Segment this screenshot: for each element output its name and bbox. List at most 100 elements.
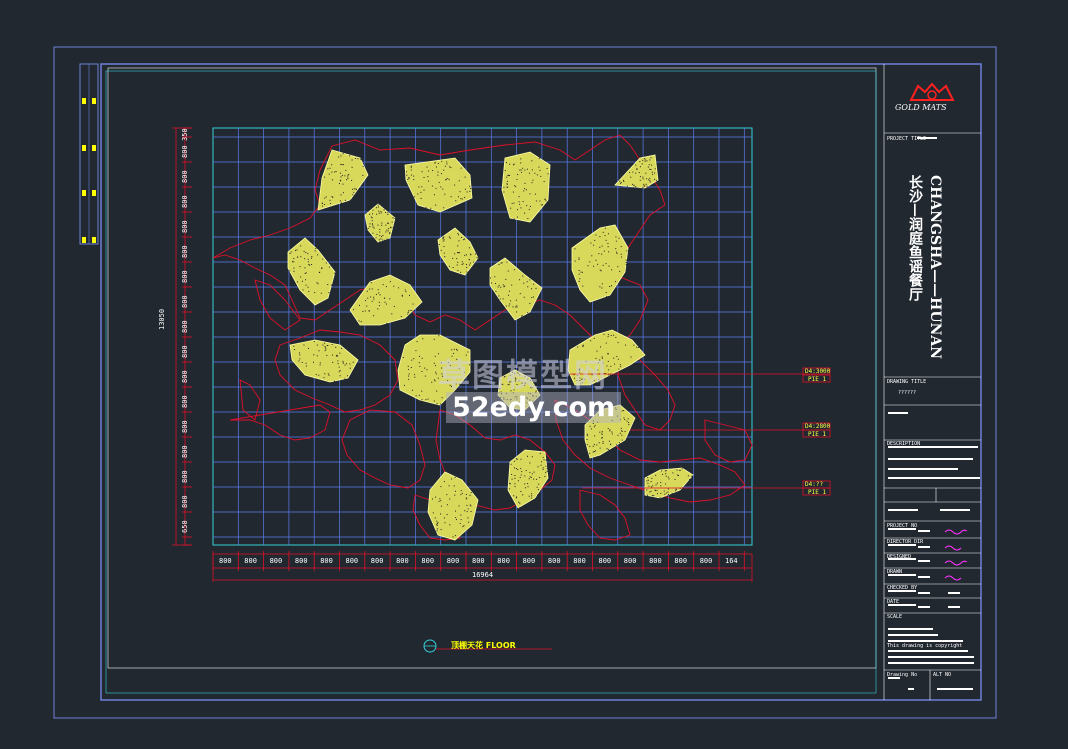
texture-dot	[312, 361, 314, 363]
texture-dot	[292, 261, 294, 263]
texture-dot	[414, 374, 416, 376]
texture-dot	[371, 220, 373, 222]
texture-dot	[614, 363, 616, 365]
texture-dot	[454, 476, 456, 478]
texture-dot	[389, 232, 391, 234]
texture-dot	[667, 494, 669, 496]
texture-dot	[644, 159, 646, 161]
col-dim-label: 800	[345, 557, 359, 565]
texture-dot	[386, 322, 388, 324]
texture-dot	[532, 296, 534, 298]
texture-dot	[341, 347, 343, 349]
texture-dot	[593, 426, 595, 428]
col-dim-label: 800	[269, 557, 283, 565]
texture-dot	[581, 271, 583, 273]
texture-dot	[677, 474, 679, 476]
texture-dot	[624, 418, 626, 420]
copyright-text: This drawing is copyright	[887, 643, 963, 649]
texture-dot	[413, 196, 415, 198]
texture-dot	[408, 176, 410, 178]
texture-dot	[334, 380, 336, 382]
texture-dot	[319, 362, 321, 364]
texture-dot	[407, 365, 409, 367]
texture-dot	[578, 273, 580, 275]
texture-dot	[448, 485, 450, 487]
texture-dot	[313, 354, 315, 356]
texture-dot	[457, 270, 459, 272]
texture-dot	[646, 185, 648, 187]
texture-dot	[536, 174, 538, 176]
texture-dot	[293, 267, 295, 269]
texture-dot	[464, 510, 466, 512]
texture-dot	[316, 282, 318, 284]
texture-dot	[540, 175, 542, 177]
texture-dot	[645, 172, 647, 174]
texture-dot	[332, 196, 334, 198]
col-dim-label: 800	[244, 557, 257, 565]
texture-dot	[642, 176, 644, 178]
texture-dot	[665, 470, 667, 472]
texture-dot	[520, 158, 522, 160]
texture-dot	[646, 480, 648, 482]
texture-dot	[319, 364, 321, 366]
texture-dot	[539, 452, 541, 454]
texture-dot	[438, 335, 440, 337]
texture-dot	[457, 245, 459, 247]
texture-dot	[411, 359, 413, 361]
drawing-no-label: Drawing No	[887, 672, 918, 678]
texture-dot	[639, 161, 641, 163]
texture-dot	[290, 251, 292, 253]
texture-dot	[580, 271, 582, 273]
texture-dot	[452, 536, 454, 538]
texture-dot	[628, 424, 630, 426]
texture-dot	[328, 173, 330, 175]
texture-dot	[656, 493, 658, 495]
texture-dot	[650, 490, 652, 492]
texture-dot	[443, 517, 445, 519]
texture-dot	[446, 163, 448, 165]
texture-dot	[434, 380, 436, 382]
texture-dot	[296, 249, 298, 251]
texture-dot	[366, 290, 368, 292]
texture-dot	[517, 174, 519, 176]
texture-dot	[597, 263, 599, 265]
texture-dot	[332, 354, 334, 356]
texture-dot	[441, 397, 443, 399]
texture-dot	[441, 160, 443, 162]
texture-dot	[510, 463, 512, 465]
texture-dot	[433, 379, 435, 381]
texture-dot	[329, 203, 331, 205]
texture-dot	[500, 286, 502, 288]
col-dim-label: 800	[396, 557, 409, 565]
texture-dot	[419, 365, 421, 367]
texture-dot	[466, 498, 468, 500]
texture-dot	[509, 483, 511, 485]
texture-dot	[439, 498, 441, 500]
texture-dot	[615, 281, 617, 283]
texture-dot	[605, 239, 607, 241]
texture-dot	[515, 497, 517, 499]
texture-dot	[428, 180, 430, 182]
texture-dot	[420, 191, 422, 193]
texture-dot	[615, 248, 617, 250]
texture-dot	[671, 492, 673, 494]
texture-dot	[461, 492, 463, 494]
texture-dot	[626, 420, 628, 422]
texture-dot	[427, 398, 429, 400]
texture-dot	[649, 181, 651, 183]
texture-dot	[533, 478, 535, 480]
texture-dot	[593, 337, 595, 339]
texture-dot	[648, 179, 650, 181]
texture-dot	[502, 298, 504, 300]
texture-dot	[440, 403, 442, 405]
texture-dot	[527, 218, 529, 220]
texture-dot	[331, 164, 333, 166]
texture-dot	[516, 458, 518, 460]
texture-dot	[420, 197, 422, 199]
texture-dot	[524, 212, 526, 214]
texture-dot	[531, 473, 533, 475]
texture-dot	[574, 260, 576, 262]
texture-dot	[512, 191, 514, 193]
texture-dot	[643, 183, 645, 185]
texture-dot	[453, 485, 455, 487]
